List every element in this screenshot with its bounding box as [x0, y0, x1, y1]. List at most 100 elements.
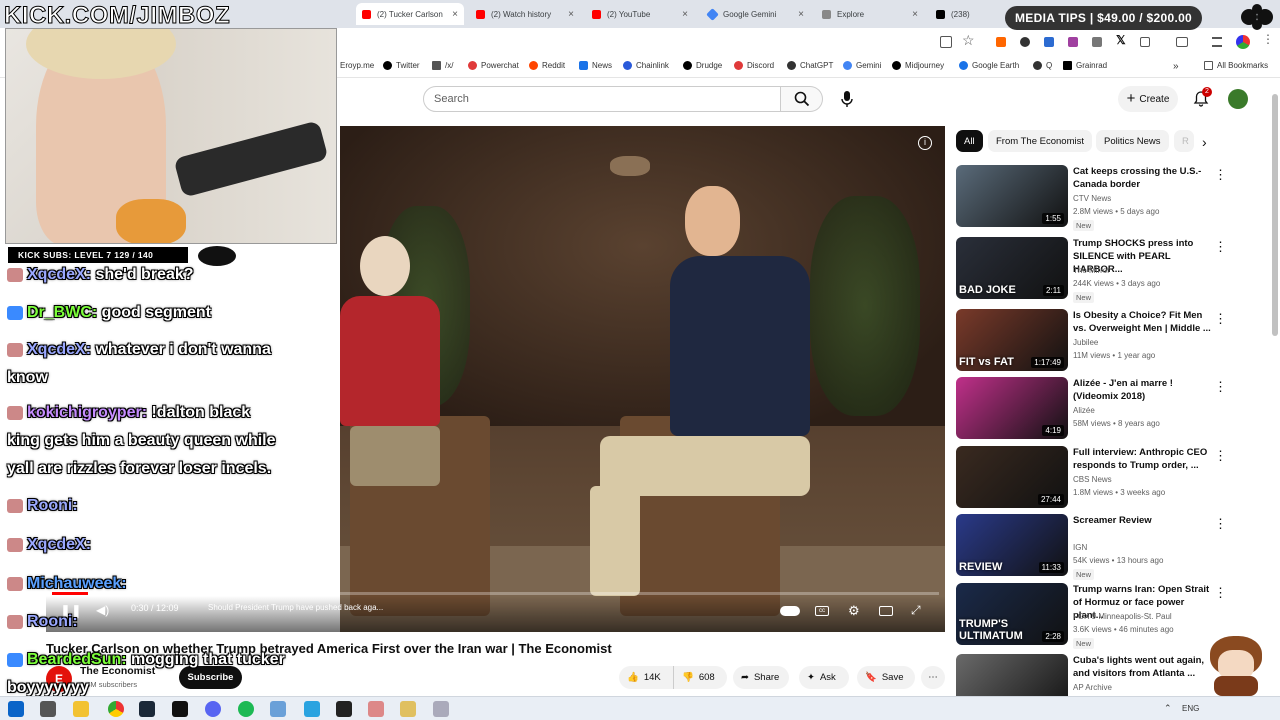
menu-icon[interactable]: [1212, 37, 1222, 47]
tab-watch-history[interactable]: (2) Watch history ×: [470, 3, 580, 25]
search-button[interactable]: [781, 86, 823, 112]
app-icon[interactable]: [433, 701, 449, 717]
close-icon[interactable]: ×: [682, 9, 688, 20]
tab-x[interactable]: (238): [930, 3, 1000, 25]
profile-avatar[interactable]: [1236, 35, 1250, 49]
more-icon[interactable]: ⋮: [1214, 167, 1227, 183]
bookmark-item[interactable]: Discord: [734, 61, 774, 70]
recommendation-channel[interactable]: Jubilee: [1073, 338, 1098, 347]
bookmark-item[interactable]: /x/: [432, 61, 453, 70]
more-icon[interactable]: ⋮: [1214, 516, 1227, 532]
puzzle-icon[interactable]: [1140, 37, 1150, 47]
extension-icon[interactable]: [1020, 37, 1030, 47]
bookmark-item[interactable]: Twitter: [383, 61, 420, 70]
star-icon[interactable]: ☆: [962, 32, 975, 49]
dislike-button[interactable]: 👎 608: [673, 666, 727, 689]
chip-partial[interactable]: R: [1174, 130, 1194, 152]
search-input[interactable]: Search: [423, 86, 781, 112]
share-button[interactable]: ➦ Share: [733, 666, 789, 689]
video-thumbnail[interactable]: FIT vs FAT 1:17:49: [956, 309, 1068, 371]
recommendation-title[interactable]: Cat keeps crossing the U.S.-Canada borde…: [1073, 165, 1213, 191]
file-explorer-icon[interactable]: [73, 701, 89, 717]
chevron-up-icon[interactable]: ⌃: [1164, 703, 1172, 714]
more-icon[interactable]: ⋮: [1214, 379, 1227, 395]
video-thumbnail[interactable]: BAD JOKE 2:11: [956, 237, 1068, 299]
bookmark-item[interactable]: Q: [1033, 61, 1052, 70]
ask-button[interactable]: ✦ Ask: [799, 666, 849, 689]
all-bookmarks[interactable]: All Bookmarks: [1204, 61, 1268, 70]
recommendation-title[interactable]: Is Obesity a Choice? Fit Men vs. Overwei…: [1073, 309, 1213, 335]
bookmark-item[interactable]: Grainrad: [1063, 61, 1107, 70]
chevron-right-icon[interactable]: ›: [1202, 134, 1207, 150]
progress-bar[interactable]: [52, 592, 939, 595]
spotify-icon[interactable]: [238, 701, 254, 717]
video-thumbnail[interactable]: 4:19: [956, 377, 1068, 439]
info-icon[interactable]: i: [918, 136, 932, 150]
x-icon[interactable]: 𝕏: [1116, 33, 1126, 47]
video-thumbnail[interactable]: TRUMP'S ULTIMATUM 2:28: [956, 583, 1068, 645]
bookmark-item[interactable]: Drudge: [683, 61, 722, 70]
chip-politics-news[interactable]: Politics News: [1096, 130, 1169, 152]
recommendation-channel[interactable]: The Mirror: [1073, 266, 1110, 275]
install-icon[interactable]: [940, 36, 952, 48]
sidebar-icon[interactable]: [1176, 37, 1188, 47]
bookmark-item[interactable]: Reddit: [529, 61, 565, 70]
scrollbar-thumb[interactable]: [1272, 94, 1278, 336]
app-icon[interactable]: [368, 701, 384, 717]
notifications-button[interactable]: 2: [1193, 87, 1212, 107]
more-icon[interactable]: ⋮: [1214, 239, 1227, 255]
recommendation-title[interactable]: Screamer Review: [1073, 514, 1213, 527]
close-icon[interactable]: ×: [452, 9, 458, 20]
fullscreen-icon[interactable]: ⤢: [911, 603, 921, 618]
recommendation-title[interactable]: Cuba's lights went out again, and visito…: [1073, 654, 1213, 680]
chrome-icon[interactable]: [108, 701, 124, 717]
save-button[interactable]: 🔖 Save: [857, 666, 915, 689]
more-icon[interactable]: ⋮: [1214, 448, 1227, 464]
recommendation-channel[interactable]: CTV News: [1073, 194, 1111, 203]
video-thumbnail[interactable]: 1:55: [956, 165, 1068, 227]
recommendation-title[interactable]: Full interview: Anthropic CEO responds t…: [1073, 446, 1213, 472]
recommendation-item[interactable]: BAD JOKE 2:11 Trump SHOCKS press into SILE…: [956, 237, 1256, 303]
windows-start-icon[interactable]: [8, 701, 24, 717]
tab-tucker-carlson[interactable]: (2) Tucker Carlson ×: [356, 3, 464, 25]
close-icon[interactable]: ×: [798, 9, 804, 20]
recommendation-item[interactable]: FIT vs FAT 1:17:49 Is Obesity a Choice? Fi…: [956, 309, 1256, 373]
tab-youtube[interactable]: (2) YouTube ×: [586, 3, 694, 25]
theater-mode-icon[interactable]: [879, 606, 893, 616]
volume-icon[interactable]: ◀): [96, 603, 109, 617]
discord-icon[interactable]: [205, 701, 221, 717]
subscribe-button[interactable]: Subscribe: [179, 666, 242, 689]
terminal-icon[interactable]: [172, 701, 188, 717]
bookmark-item[interactable]: ChatGPT: [787, 61, 833, 70]
more-icon[interactable]: ⋮: [1214, 311, 1227, 327]
close-icon[interactable]: ×: [568, 9, 574, 20]
captions-icon[interactable]: cc: [815, 606, 829, 616]
tab-google-gemini[interactable]: Google Gemini ×: [702, 3, 810, 25]
chapter-title[interactable]: Should President Trump have pushed back …: [208, 603, 383, 612]
settings-icon[interactable]: ⚙: [848, 603, 860, 619]
steam-icon[interactable]: [139, 701, 155, 717]
bookmark-item[interactable]: Google Earth: [959, 61, 1019, 70]
telegram-icon[interactable]: [304, 701, 320, 717]
language-indicator[interactable]: ENG: [1182, 704, 1199, 713]
recommendation-channel[interactable]: FOX 9 Minneapolis-St. Paul: [1073, 612, 1172, 621]
bookmark-item[interactable]: Gemini: [843, 61, 881, 70]
like-button[interactable]: 👍 14K: [619, 666, 673, 689]
recommendation-item[interactable]: 27:44 Full interview: Anthropic CEO respo…: [956, 446, 1256, 510]
more-icon[interactable]: ⋮: [1262, 32, 1274, 46]
extension-icon[interactable]: [1092, 37, 1102, 47]
autoplay-toggle[interactable]: [780, 606, 800, 616]
recommendation-item[interactable]: REVIEW 11:33 Screamer Review IGN 54K views •…: [956, 514, 1256, 580]
bookmark-item[interactable]: Midjourney: [892, 61, 944, 70]
bookmark-item[interactable]: News: [579, 61, 612, 70]
chevron-right-icon[interactable]: »: [1173, 61, 1179, 72]
close-icon[interactable]: ×: [912, 9, 918, 20]
extension-icon[interactable]: [1068, 37, 1078, 47]
app-icon[interactable]: [400, 701, 416, 717]
recommendation-channel[interactable]: AP Archive: [1073, 683, 1112, 692]
recommendation-channel[interactable]: CBS News: [1073, 475, 1112, 484]
recommendation-item[interactable]: 1:55 Cat keeps crossing the U.S.-Canada b…: [956, 165, 1256, 231]
chip-from-the-economist[interactable]: From The Economist: [988, 130, 1092, 152]
recommendation-channel[interactable]: Alizée: [1073, 406, 1095, 415]
chip-all[interactable]: All: [956, 130, 983, 152]
